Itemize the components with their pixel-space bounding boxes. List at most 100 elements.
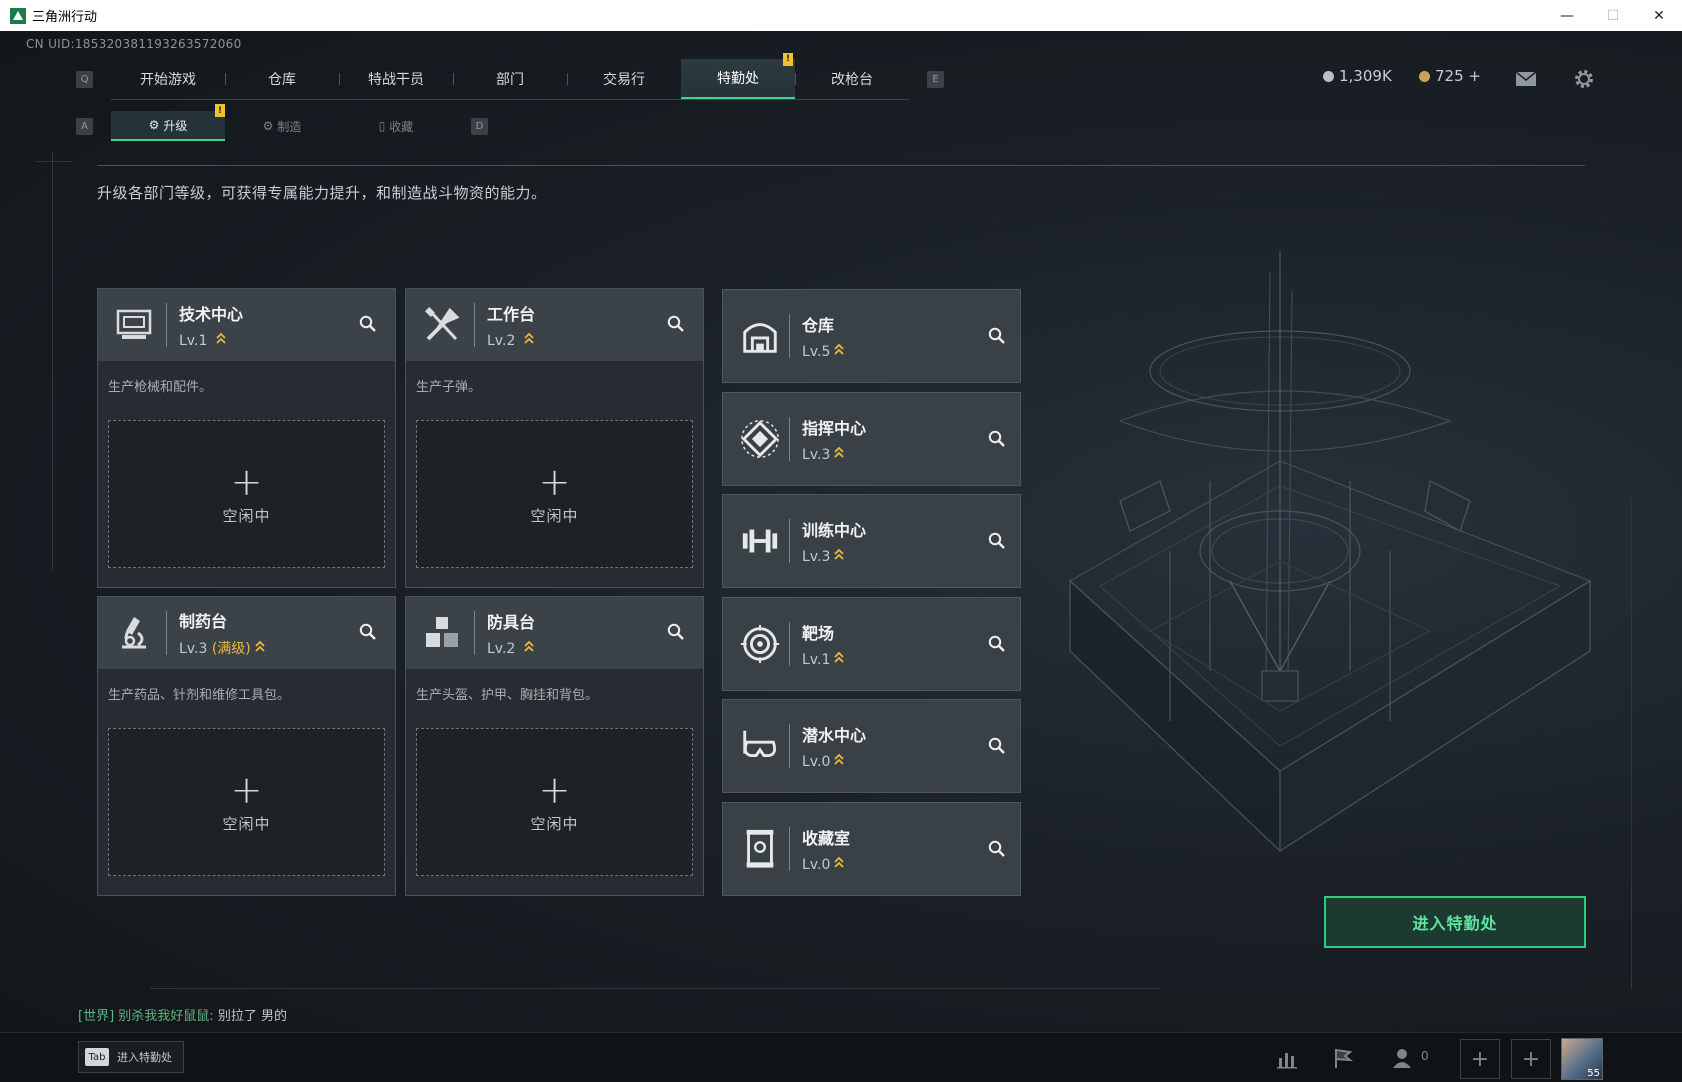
search-icon[interactable] xyxy=(359,315,377,333)
nav-tab-6[interactable]: 改枪台 xyxy=(795,59,909,99)
friends-count: 0 xyxy=(1421,1049,1429,1063)
collection-icon: ▯ xyxy=(378,119,386,133)
workshop-card[interactable]: 制药台 Lv.3 (满级) 生产药品、针剂和维修工具包。 + 空闲中 xyxy=(97,596,396,896)
gold-currency[interactable]: 725 + xyxy=(1419,67,1481,85)
base-hologram-illustration xyxy=(1068,251,1592,853)
nav-tab-4[interactable]: 交易行 xyxy=(567,59,681,99)
facility-level: Lv.1 xyxy=(802,650,844,668)
workshop-card[interactable]: 技术中心 Lv.1 生产枪械和配件。 + 空闲中 xyxy=(97,288,396,588)
workshop-level: Lv.1 xyxy=(179,331,243,349)
subtab-2[interactable]: ▯ 收藏 xyxy=(339,111,453,141)
divider xyxy=(97,165,1585,166)
nav-tab-label: 特勤处 xyxy=(717,70,759,87)
close-button[interactable]: ✕ xyxy=(1636,0,1682,31)
plus-icon: + xyxy=(538,767,571,812)
facility-row[interactable]: 仓库 Lv.5 xyxy=(722,289,1021,383)
nav-tab-label: 特战干员 xyxy=(368,71,424,88)
facility-level: Lv.5 xyxy=(802,342,844,360)
divider xyxy=(789,621,790,666)
enter-special-ops-button[interactable]: 进入特勤处 xyxy=(1324,896,1586,948)
silver-coin-icon xyxy=(1323,70,1334,82)
nav-tab-2[interactable]: 特战干员 xyxy=(339,59,453,99)
chat-text: 别拉了 男的 xyxy=(217,1009,287,1024)
settings-gear-icon[interactable] xyxy=(1572,67,1596,91)
production-slot[interactable]: + 空闲中 xyxy=(416,420,693,568)
search-icon[interactable] xyxy=(988,840,1006,858)
mail-icon[interactable] xyxy=(1514,67,1538,91)
subtab-1[interactable]: ⚙ 制造 xyxy=(225,111,339,141)
workshop-card-header: 防具台 Lv.2 xyxy=(406,597,703,669)
workshop-card[interactable]: 工作台 Lv.2 生产子弹。 + 空闲中 xyxy=(405,288,704,588)
search-icon[interactable] xyxy=(988,430,1006,448)
next-subtab-key-hint: D xyxy=(471,117,488,135)
level-up-chevron-icon xyxy=(834,548,844,564)
workshop-card-header: 制药台 Lv.3 (满级) xyxy=(98,597,395,669)
search-icon[interactable] xyxy=(667,315,685,333)
workshop-card-header: 技术中心 Lv.1 xyxy=(98,289,395,361)
subtab-label: 升级 xyxy=(163,118,188,133)
add-teammate-slot-1[interactable]: + xyxy=(1460,1039,1500,1079)
level-up-chevron-icon xyxy=(524,640,534,656)
command-center-icon xyxy=(735,414,785,464)
divider xyxy=(474,611,475,655)
minimize-button[interactable]: — xyxy=(1544,0,1590,31)
player-avatar[interactable]: 55 xyxy=(1561,1038,1603,1080)
level-text: Lv.1 xyxy=(802,651,831,668)
production-slot[interactable]: + 空闲中 xyxy=(416,728,693,876)
facility-name: 潜水中心 xyxy=(802,726,867,745)
maximize-button[interactable]: ☐ xyxy=(1590,0,1636,31)
bottom-bar: Tab 进入特勤处 0 + + 55 xyxy=(0,1032,1682,1082)
search-icon[interactable] xyxy=(988,327,1006,345)
plus-icon: + xyxy=(230,459,263,504)
player-uid: CN UID:1853203811932635720​60 xyxy=(26,37,242,51)
divider xyxy=(789,416,790,461)
search-icon[interactable] xyxy=(988,635,1006,653)
plus-icon: + xyxy=(1470,1046,1490,1072)
search-icon[interactable] xyxy=(988,737,1006,755)
search-icon[interactable] xyxy=(667,623,685,641)
nav-tab-1[interactable]: 仓库 xyxy=(225,59,339,99)
gear-icon: ⚙ xyxy=(262,119,274,133)
level-up-chevron-icon xyxy=(834,856,844,872)
production-slot[interactable]: + 空闲中 xyxy=(108,420,385,568)
plus-icon: + xyxy=(230,767,263,812)
level-up-chevron-icon xyxy=(834,446,844,462)
silver-amount: 1,309K xyxy=(1339,67,1392,85)
facility-row[interactable]: 靶场 Lv.1 xyxy=(722,596,1021,691)
workshop-name: 防具台 xyxy=(487,613,536,632)
search-icon[interactable] xyxy=(988,532,1006,550)
slot-status: 空闲中 xyxy=(222,506,271,525)
player-level: 55 xyxy=(1587,1068,1600,1079)
production-slot[interactable]: + 空闲中 xyxy=(108,728,385,876)
nav-tab-3[interactable]: 部门 xyxy=(453,59,567,99)
page-description: 升级各部门等级，可获得专属能力提升，和制造战斗物资的能力。 xyxy=(97,184,547,202)
subtab-0[interactable]: ⚙ 升级! xyxy=(111,104,225,141)
add-teammate-slot-2[interactable]: + xyxy=(1511,1039,1551,1079)
level-text: Lv.3 xyxy=(179,641,208,657)
prev-tab-key-hint: Q xyxy=(76,70,93,88)
level-text: Lv.3 xyxy=(802,446,831,463)
workshop-card[interactable]: 防具台 Lv.2 生产头盔、护甲、胸挂和背包。 + 空闲中 xyxy=(405,596,704,896)
stats-chart-icon[interactable] xyxy=(1275,1046,1301,1070)
silver-currency[interactable]: 1,309K xyxy=(1323,67,1392,85)
sub-navigation: A ⚙ 升级! ⚙ 制造 ▯ 收藏 D xyxy=(76,104,488,141)
microscope-icon xyxy=(106,605,162,661)
search-icon[interactable] xyxy=(359,623,377,641)
facility-row[interactable]: 指挥中心 Lv.3 xyxy=(722,391,1021,486)
next-tab-key-hint: E xyxy=(927,70,944,88)
flag-icon[interactable] xyxy=(1330,1046,1356,1070)
level-text: Lv.0 xyxy=(802,856,831,873)
nav-tab-5[interactable]: 特勤处! xyxy=(681,52,795,99)
plus-icon: + xyxy=(538,459,571,504)
nav-tab-0[interactable]: 开始游戏 xyxy=(111,59,225,99)
world-chat-message[interactable]: [世界] 别杀我我好鼠鼠: 别拉了 男的 xyxy=(78,1005,287,1024)
target-icon xyxy=(735,619,785,669)
app-logo-icon xyxy=(10,7,26,24)
window-titlebar: 三角洲行动 — ☐ ✕ xyxy=(0,0,1682,31)
facility-row[interactable]: 收藏室 Lv.0 xyxy=(722,801,1021,896)
facility-row[interactable]: 潜水中心 Lv.0 xyxy=(722,699,1021,793)
friends-icon[interactable] xyxy=(1391,1046,1417,1070)
level-up-chevron-icon xyxy=(524,332,534,348)
facility-row[interactable]: 训练中心 Lv.3 xyxy=(722,494,1021,588)
tab-shortcut-hint[interactable]: Tab 进入特勤处 xyxy=(78,1041,184,1073)
